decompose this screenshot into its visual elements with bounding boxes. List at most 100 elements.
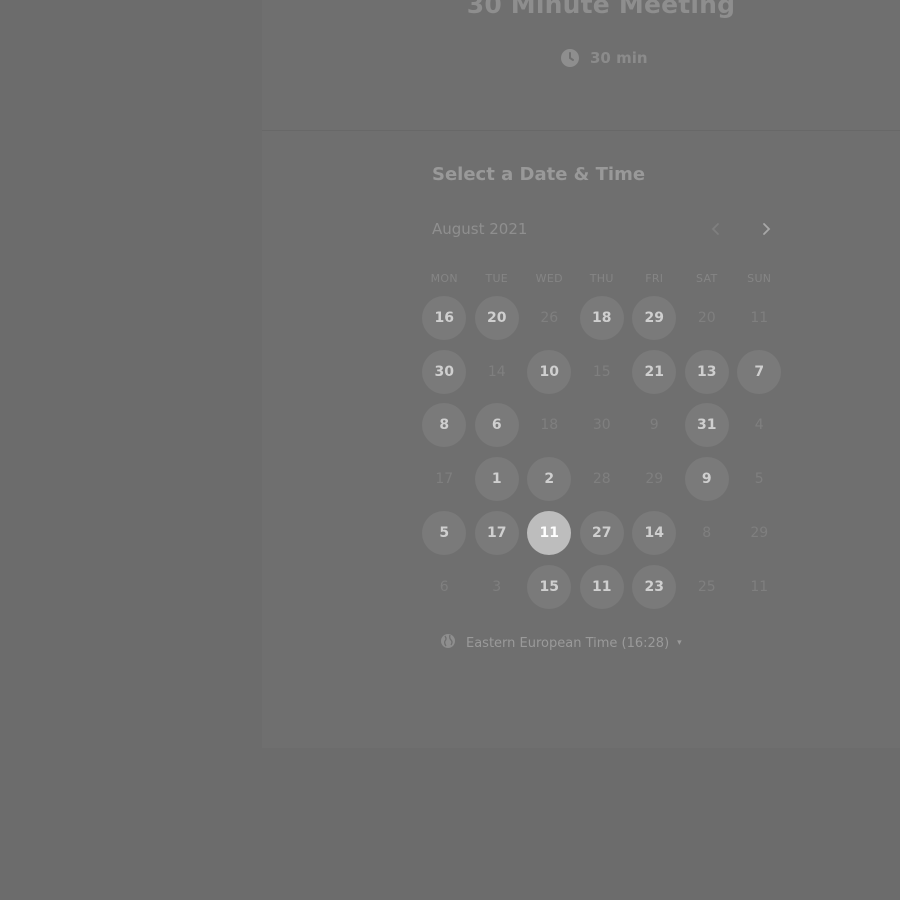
calendar-day-number: 26: [540, 309, 559, 326]
calendar-day: 9: [628, 399, 681, 453]
month-label: August 2021: [432, 220, 528, 238]
chevron-left-icon: [711, 221, 721, 240]
calendar-day-number: 27: [579, 511, 624, 556]
calendar-day-selected[interactable]: 11: [523, 506, 576, 560]
calendar-day[interactable]: 1: [471, 452, 524, 506]
weekday-header: MON TUE WED THU FRI SAT SUN: [418, 272, 786, 285]
calendar-day: 18: [523, 399, 576, 453]
calendar-day[interactable]: 11: [576, 560, 629, 614]
calendar-day[interactable]: 16: [418, 291, 471, 345]
calendar-day[interactable]: 17: [471, 506, 524, 560]
calendar-day[interactable]: 18: [576, 291, 629, 345]
clock-icon: [560, 48, 580, 68]
calendar-day[interactable]: 10: [523, 345, 576, 399]
calendar-day: 28: [576, 452, 629, 506]
next-month-button[interactable]: [755, 218, 777, 242]
calendar-day: 25: [681, 560, 734, 614]
calendar-day: 4: [733, 399, 786, 453]
calendar-day-number: 6: [474, 403, 519, 448]
calendar-day[interactable]: 7: [733, 345, 786, 399]
calendar-day[interactable]: 27: [576, 506, 629, 560]
calendar-day[interactable]: 23: [628, 560, 681, 614]
calendar-day-number: 23: [632, 564, 677, 609]
calendar-day-number: 18: [579, 295, 624, 340]
calendar-day-number: 9: [649, 417, 659, 434]
calendar-day-number: 5: [422, 511, 467, 556]
calendar-day-number: 15: [592, 363, 611, 380]
calendar-day[interactable]: 15: [523, 560, 576, 614]
calendar-day[interactable]: 8: [418, 399, 471, 453]
calendar-day-number: 29: [632, 295, 677, 340]
calendar-days-grid: 16 20 26 18 29 20 11 30 14 10 15 21 13 7 8 6 18 30 9 31 4 17 1…: [418, 291, 786, 614]
calendar-day-number: 3: [492, 578, 502, 595]
chevron-right-icon: [761, 221, 771, 240]
calendar-day[interactable]: 20: [471, 291, 524, 345]
calendar-day-number: 5: [754, 471, 764, 488]
calendar-day: 8: [681, 506, 734, 560]
calendar-day: 15: [576, 345, 629, 399]
calendar-day-number: 28: [592, 471, 611, 488]
calendar-day[interactable]: 2: [523, 452, 576, 506]
timezone-selector[interactable]: Eastern European Time (16:28) ▾: [440, 633, 682, 653]
meeting-title: 30 Minute Meeting: [466, 0, 736, 19]
calendar-day[interactable]: 9: [681, 452, 734, 506]
duration-label: 30 min: [590, 49, 648, 67]
calendar-day: 6: [418, 560, 471, 614]
calendar-day: 30: [576, 399, 629, 453]
calendar-day-number: 4: [754, 417, 764, 434]
calendar-day-number: 30: [592, 417, 611, 434]
calendar-day-number: 25: [697, 578, 716, 595]
weekday-thu: THU: [589, 272, 614, 285]
calendar-day-number: 30: [422, 349, 467, 394]
calendar-day[interactable]: 31: [681, 399, 734, 453]
calendar-day-number: 29: [645, 471, 664, 488]
calendar-day-number: 20: [697, 309, 716, 326]
calendar-day: 29: [628, 452, 681, 506]
calendar-day-number: 11: [750, 309, 769, 326]
calendar-day[interactable]: 30: [418, 345, 471, 399]
calendar-day-number: 1: [474, 457, 519, 502]
calendar-day-number: 31: [684, 403, 729, 448]
calendar-day-number: 8: [422, 403, 467, 448]
calendar-day-number: 17: [435, 471, 454, 488]
calendar-day-number: 10: [527, 349, 572, 394]
calendar-day: 11: [733, 560, 786, 614]
caret-down-icon: ▾: [677, 638, 682, 648]
calendar-day-number: 8: [702, 525, 712, 542]
calendar-day-number: 29: [750, 525, 769, 542]
duration-info: 30 min: [560, 48, 648, 68]
weekday-sun: SUN: [747, 272, 772, 285]
globe-icon: [440, 633, 456, 653]
calendar-day[interactable]: 21: [628, 345, 681, 399]
calendar-day-number: 9: [684, 457, 729, 502]
calendar-day-number: 15: [527, 564, 572, 609]
calendar-day-number: 11: [579, 564, 624, 609]
calendar-day: 3: [471, 560, 524, 614]
calendar-day-number: 6: [439, 578, 449, 595]
calendar-day-number: 11: [527, 511, 572, 556]
calendar-day-number: 20: [474, 295, 519, 340]
weekday-tue: TUE: [485, 272, 509, 285]
calendar-day[interactable]: 6: [471, 399, 524, 453]
calendar-day[interactable]: 29: [628, 291, 681, 345]
section-title: Select a Date & Time: [432, 164, 646, 185]
prev-month-button[interactable]: [705, 218, 727, 242]
timezone-label: Eastern European Time (16:28): [466, 635, 670, 651]
weekday-fri: FRI: [645, 272, 664, 285]
calendar-day-number: 11: [750, 578, 769, 595]
calendar-day: 29: [733, 506, 786, 560]
calendar-day-number: 16: [422, 295, 467, 340]
calendar-day: 20: [681, 291, 734, 345]
calendar-day: 5: [733, 452, 786, 506]
calendar-day-number: 14: [487, 363, 506, 380]
calendar-day: 26: [523, 291, 576, 345]
calendar-day-number: 7: [737, 349, 782, 394]
weekday-wed: WED: [535, 272, 563, 285]
calendar-day-number: 17: [474, 511, 519, 556]
calendar-day-number: 13: [684, 349, 729, 394]
calendar-day-number: 21: [632, 349, 677, 394]
calendar-day[interactable]: 13: [681, 345, 734, 399]
calendar-day[interactable]: 5: [418, 506, 471, 560]
weekday-sat: SAT: [696, 272, 718, 285]
calendar-day[interactable]: 14: [628, 506, 681, 560]
